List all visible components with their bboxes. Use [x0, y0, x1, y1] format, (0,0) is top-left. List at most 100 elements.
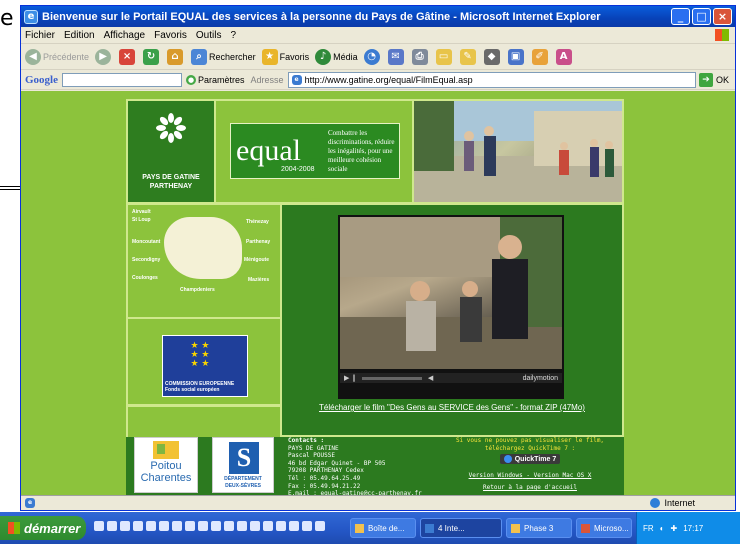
quick-launch-icon-12[interactable] — [237, 521, 247, 531]
title-bar[interactable]: e Bienvenue sur le Portail EQUAL des ser… — [21, 6, 735, 27]
font-button[interactable]: A — [555, 48, 574, 65]
quick-launch-icon-15[interactable] — [276, 521, 286, 531]
language-indicator[interactable]: FR — [643, 524, 654, 533]
quick-launch-icon-1[interactable] — [94, 521, 104, 531]
town-moncoutant[interactable]: Moncoutant — [132, 239, 160, 245]
history-icon: ◔ — [363, 48, 380, 65]
quick-launch-icon-17[interactable] — [302, 521, 312, 531]
quick-launch-icon-18[interactable] — [315, 521, 325, 531]
edit-button[interactable]: ✐ — [531, 48, 550, 65]
equal-logo[interactable]: equal 2004-2008 Combattre les discrimina… — [230, 123, 400, 179]
quick-launch-icon-13[interactable] — [250, 521, 260, 531]
menu-edition[interactable]: Edition — [64, 30, 95, 41]
go-button[interactable]: OK — [716, 75, 729, 85]
stop-icon: × — [119, 48, 136, 65]
quick-launch-icon-3[interactable] — [120, 521, 130, 531]
poitou-charentes-logo[interactable]: Poitou Charentes — [134, 437, 198, 493]
town-champdeniers[interactable]: Champdeniers — [180, 287, 215, 293]
folder-button[interactable]: ▭ — [435, 48, 454, 65]
territory-map[interactable]: Airvault St Loup Thénezay Moncoutant Par… — [128, 205, 280, 317]
maximize-button[interactable]: □ — [692, 8, 711, 25]
deux-sevres-logo[interactable]: S DÉPARTEMENT DEUX-SÈVRES — [212, 437, 274, 493]
tool-button[interactable]: ◆ — [483, 48, 502, 65]
download-film-link[interactable]: Télécharger le film "Des Gens au SERVICE… — [282, 403, 622, 412]
menu-favoris[interactable]: Favoris — [154, 30, 187, 41]
menu-help[interactable]: ? — [230, 30, 236, 41]
town-coulonges[interactable]: Coulonges — [132, 275, 158, 281]
address-label: Adresse — [250, 74, 284, 85]
play-icon[interactable]: ▶ — [344, 374, 349, 382]
tray-icon-1[interactable]: ◐ — [660, 524, 665, 533]
task-mail[interactable]: Boîte de... — [350, 518, 416, 538]
quick-launch-icon-16[interactable] — [289, 521, 299, 531]
contact-block: Contacts : PAYS DE GATINE Pascal POUSSE 46 … — [288, 437, 422, 498]
print-button[interactable]: ⎙ — [411, 48, 430, 65]
close-button[interactable]: × — [713, 8, 732, 25]
home-button[interactable]: ⌂ — [167, 48, 185, 65]
quick-launch-icon-4[interactable] — [133, 521, 143, 531]
pause-icon[interactable]: ‖ — [352, 374, 356, 382]
quick-launch-icon-7[interactable] — [172, 521, 182, 531]
mail-button[interactable]: ✉ — [387, 48, 406, 65]
quick-launch-icon-9[interactable] — [198, 521, 208, 531]
task-phase3[interactable]: Phase 3 — [506, 518, 572, 538]
address-input[interactable]: e http://www.gatine.org/equal/FilmEqual.… — [287, 71, 696, 88]
search-label: Rechercher — [209, 51, 256, 62]
contact-line-6: Fax : 05.49.94.21.22 — [288, 482, 361, 490]
refresh-button[interactable]: ↻ — [143, 48, 161, 65]
pays-gatine-logo[interactable]: PAYS DE GATINE PARTHENAY — [128, 101, 214, 202]
quick-launch-icon-11[interactable] — [224, 521, 234, 531]
quicktime-button[interactable]: QuickTime 7 — [499, 454, 561, 465]
favorites-button[interactable]: ★ Favoris — [261, 48, 309, 65]
qt-mac-link[interactable]: Version Mac OS X — [534, 472, 592, 479]
settings-menu[interactable]: Paramètres — [198, 75, 245, 85]
forward-button[interactable]: ▶ — [95, 48, 113, 65]
volume-icon[interactable]: ◀ — [428, 374, 433, 382]
map-shape — [164, 217, 242, 279]
task-microsoft[interactable]: Microso... — [576, 518, 632, 538]
video-frame[interactable] — [340, 217, 562, 369]
quick-launch-icon-14[interactable] — [263, 521, 273, 531]
menu-outils[interactable]: Outils — [196, 30, 222, 41]
deux-line-1: DÉPARTEMENT — [224, 476, 262, 482]
status-bar: e Internet — [21, 495, 735, 510]
menu-affichage[interactable]: Affichage — [104, 30, 146, 41]
quicktime-label: QuickTime 7 — [514, 455, 557, 463]
town-menigoute[interactable]: Ménigoute — [244, 257, 269, 263]
town-parthenay[interactable]: Parthenay — [246, 239, 270, 245]
pen-button[interactable]: ✎ — [459, 48, 478, 65]
search-button[interactable]: ⌕ Rechercher — [191, 48, 256, 65]
stop-button[interactable]: × — [119, 48, 137, 65]
quick-launch-icon-10[interactable] — [211, 521, 221, 531]
quick-launch-icon-8[interactable] — [185, 521, 195, 531]
qt-windows-link[interactable]: Version Windows — [469, 472, 523, 479]
town-mazieres[interactable]: Mazières — [248, 277, 269, 283]
quick-launch-icon-5[interactable] — [146, 521, 156, 531]
home-link[interactable]: Retour à la page d'accueil — [441, 484, 619, 492]
town-st-loup[interactable]: St Loup — [132, 217, 151, 223]
eu-flag-logo[interactable]: ★ ★ ★ ★ ★ ★ COMMISSION EUROPEENNE Fonds so… — [162, 335, 248, 397]
video-player[interactable]: ▶ ‖ ◀ dailymotion — [338, 215, 564, 399]
tray-icon-2[interactable]: ✚ — [671, 524, 678, 533]
screen: e e Bienvenue sur le Portail EQUAL des s… — [0, 0, 740, 544]
window-button[interactable]: ▣ — [507, 48, 526, 65]
video-seek-slider[interactable] — [361, 376, 422, 380]
media-button[interactable]: ♪ Média — [315, 48, 358, 65]
quick-launch-icon-6[interactable] — [159, 521, 169, 531]
google-search-input[interactable] — [62, 72, 182, 87]
menu-fichier[interactable]: Fichier — [25, 30, 55, 41]
back-button[interactable]: ◀ Précédente — [25, 48, 89, 65]
minimize-button[interactable]: _ — [671, 8, 690, 25]
start-button[interactable]: démarrer — [0, 516, 86, 540]
page-icon: e — [291, 74, 302, 85]
equal-years: 2004-2008 — [281, 166, 315, 173]
go-arrow-icon[interactable]: ➔ — [698, 72, 713, 87]
quick-launch-icon-2[interactable] — [107, 521, 117, 531]
town-airvault[interactable]: Airvault — [132, 209, 151, 215]
town-secondigny[interactable]: Secondigny — [132, 257, 160, 263]
town-thenezay[interactable]: Thénezay — [246, 219, 269, 225]
task-mail-label: Boîte de... — [368, 523, 405, 533]
task-ie[interactable]: 4 Inte... — [420, 518, 502, 538]
history-button[interactable]: ◔ — [363, 48, 382, 65]
task-phase3-label: Phase 3 — [524, 523, 554, 533]
